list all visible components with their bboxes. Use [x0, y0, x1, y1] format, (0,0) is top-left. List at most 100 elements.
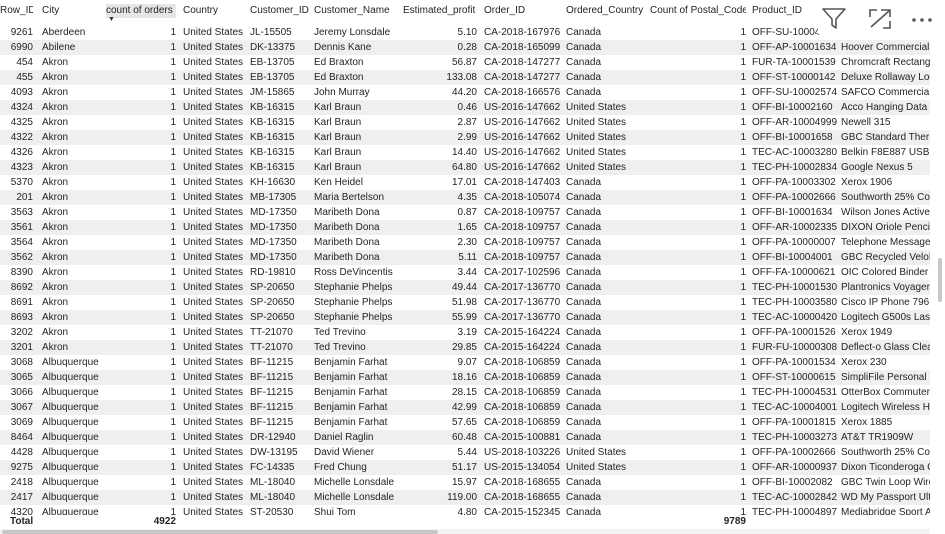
table-row[interactable]: 3068 Albuquerque 1 United States BF-11215 Ben… — [0, 355, 930, 370]
cell-product-name: Southworth 25% Cott — [841, 447, 930, 458]
cell-row-id: 201 — [16, 192, 33, 203]
cell-city: Albuquerque — [42, 402, 99, 413]
table-row[interactable]: 454 Akron 1 United States EB-13705 Ed Braxton… — [0, 55, 930, 70]
column-header-ordered-country[interactable]: Ordered_Country — [566, 4, 648, 18]
table-row[interactable]: 8390 Akron 1 United States RD-19810 Ross DeVi… — [0, 265, 930, 280]
cell-product-name: Xerox 1949 — [841, 327, 893, 338]
table-row[interactable]: 9261 Aberdeen 1 United States JL-15505 Jeremy… — [0, 25, 930, 40]
cell-row-id: 3066 — [10, 387, 33, 398]
cell-product-id: OFF-AP-10001634 — [752, 42, 837, 53]
focus-mode-icon[interactable] — [866, 6, 894, 32]
cell-customer-name: Maribeth Dona — [314, 252, 380, 263]
more-options-icon[interactable] — [908, 6, 936, 32]
column-header-customer-id[interactable]: Customer_ID — [250, 4, 312, 18]
table-row[interactable]: 3065 Albuquerque 1 United States BF-11215 Ben… — [0, 370, 930, 385]
table-row[interactable]: 4324 Akron 1 United States KB-16315 Karl Brau… — [0, 100, 930, 115]
cell-country: United States — [183, 57, 244, 68]
horizontal-scrollbar[interactable] — [0, 529, 930, 534]
table-row[interactable]: 6990 Abilene 1 United States DK-13375 Dennis … — [0, 40, 930, 55]
cell-product-id: OFF-FA-10000621 — [752, 267, 836, 278]
table-row[interactable]: 3069 Albuquerque 1 United States BF-11215 Ben… — [0, 415, 930, 430]
cell-city: Akron — [42, 207, 69, 218]
cell-row-id: 3068 — [10, 357, 33, 368]
table-row[interactable]: 9275 Albuquerque 1 United States FC-14335 Fre… — [0, 460, 930, 475]
vertical-scrollbar[interactable] — [933, 28, 943, 524]
table-row[interactable]: 4325 Akron 1 United States KB-16315 Karl Brau… — [0, 115, 930, 130]
table-row[interactable]: 2418 Albuquerque 1 United States ML-18040 Mic… — [0, 475, 930, 490]
cell-count-of-postal-code: 1 — [740, 27, 746, 38]
table-row[interactable]: 5370 Akron 1 United States KH-16630 Ken Heide… — [0, 175, 930, 190]
cell-product-id: TEC-PH-10003580 — [752, 297, 838, 308]
cell-country: United States — [183, 432, 244, 443]
cell-product-name: Xerox 1906 — [841, 177, 893, 188]
cell-order-id: CA-2018-106859 — [484, 372, 561, 383]
table-row[interactable]: 3563 Akron 1 United States MD-17350 Maribeth … — [0, 205, 930, 220]
column-header-count-of-postal-code[interactable]: Count of Postal_Code — [650, 4, 746, 18]
cell-product-id: OFF-PA-10001815 — [752, 417, 836, 428]
table-row[interactable]: 3202 Akron 1 United States TT-21070 Ted Trevi… — [0, 325, 930, 340]
cell-country: United States — [183, 402, 244, 413]
cell-ordered-country: United States — [566, 462, 627, 473]
cell-ordered-country: United States — [566, 132, 627, 143]
table-row[interactable]: 3562 Akron 1 United States MD-17350 Maribeth … — [0, 250, 930, 265]
table-row[interactable]: 2417 Albuquerque 1 United States ML-18040 Mic… — [0, 490, 930, 505]
column-header-row-id[interactable]: Row_ID — [0, 4, 33, 18]
cell-customer-id: EB-13705 — [250, 57, 295, 68]
cell-customer-id: ML-18040 — [250, 477, 296, 488]
cell-product-name: Wilson Jones Active — [841, 207, 930, 218]
cell-customer-id: TT-21070 — [250, 342, 293, 353]
cell-count-of-postal-code: 1 — [740, 267, 746, 278]
cell-country: United States — [183, 267, 244, 278]
cell-customer-name: Ross DeVincentis — [314, 267, 393, 278]
cell-country: United States — [183, 417, 244, 428]
sort-descending-icon[interactable]: ▼ — [108, 16, 115, 23]
cell-row-id: 3561 — [10, 222, 33, 233]
cell-count-of-postal-code: 1 — [740, 252, 746, 263]
cell-count-of-postal-code: 1 — [740, 372, 746, 383]
horizontal-scrollbar-thumb[interactable] — [2, 530, 438, 534]
table-row[interactable]: 3067 Albuquerque 1 United States BF-11215 Ben… — [0, 400, 930, 415]
cell-count-of-orders: 1 — [170, 72, 176, 83]
cell-count-of-postal-code: 1 — [740, 402, 746, 413]
table-row[interactable]: 8692 Akron 1 United States SP-20650 Stephanie… — [0, 280, 930, 295]
cell-estimated-profit: 56.87 — [451, 57, 477, 68]
cell-ordered-country: United States — [566, 147, 627, 158]
column-header-country[interactable]: Country — [183, 4, 247, 18]
cell-customer-name: Michelle Lonsdale — [314, 477, 395, 488]
table-row[interactable]: 4323 Akron 1 United States KB-16315 Karl Brau… — [0, 160, 930, 175]
table-row[interactable]: 4326 Akron 1 United States KB-16315 Karl Brau… — [0, 145, 930, 160]
table-row[interactable]: 8693 Akron 1 United States SP-20650 Stephanie… — [0, 310, 930, 325]
cell-row-id: 454 — [16, 57, 33, 68]
cell-product-id: OFF-PA-10003302 — [752, 177, 836, 188]
table-visual: 9261 Aberdeen 1 United States JL-15505 Jeremy… — [0, 0, 930, 534]
column-header-order-id[interactable]: Order_ID — [484, 4, 564, 18]
cell-estimated-profit: 18.16 — [451, 372, 477, 383]
cell-city: Akron — [42, 342, 69, 353]
column-header-estimated-profit[interactable]: Estimated_profit — [403, 4, 477, 18]
vertical-scrollbar-thumb[interactable] — [938, 258, 942, 302]
cell-estimated-profit: 2.87 — [457, 117, 477, 128]
table-row[interactable]: 201 Akron 1 United States MB-17305 Maria Bert… — [0, 190, 930, 205]
table-row[interactable]: 3561 Akron 1 United States MD-17350 Maribeth … — [0, 220, 930, 235]
column-header-count-of-orders[interactable]: count of orders — [106, 4, 176, 18]
table-row[interactable]: 4322 Akron 1 United States KB-16315 Karl Brau… — [0, 130, 930, 145]
column-header-customer-name[interactable]: Customer_Name — [314, 4, 400, 18]
table-row[interactable]: 8691 Akron 1 United States SP-20650 Stephanie… — [0, 295, 930, 310]
cell-product-id: TEC-AC-10002842 — [752, 492, 838, 503]
cell-product-name: AT&T TR1909W — [841, 432, 914, 443]
table-row[interactable]: 3564 Akron 1 United States MD-17350 Maribeth … — [0, 235, 930, 250]
cell-product-name: SAFCO Commercial W — [841, 87, 930, 98]
cell-order-id: US-2016-147662 — [484, 132, 561, 143]
table-row[interactable]: 3201 Akron 1 United States TT-21070 Ted Trevi… — [0, 340, 930, 355]
table-row[interactable]: 455 Akron 1 United States EB-13705 Ed Braxton… — [0, 70, 930, 85]
table-row[interactable]: 4428 Albuquerque 1 United States DW-13195 Dav… — [0, 445, 930, 460]
filter-icon[interactable] — [820, 6, 848, 32]
table-row[interactable]: 4093 Akron 1 United States JM-15865 John Murr… — [0, 85, 930, 100]
cell-estimated-profit: 17.01 — [451, 177, 477, 188]
cell-customer-id: JL-15505 — [250, 27, 292, 38]
column-header-city[interactable]: City — [42, 4, 104, 18]
cell-count-of-orders: 1 — [170, 42, 176, 53]
table-row[interactable]: 3066 Albuquerque 1 United States BF-11215 Ben… — [0, 385, 930, 400]
table-row[interactable]: 8464 Albuquerque 1 United States DR-12940 Dan… — [0, 430, 930, 445]
cell-estimated-profit: 0.46 — [457, 102, 477, 113]
